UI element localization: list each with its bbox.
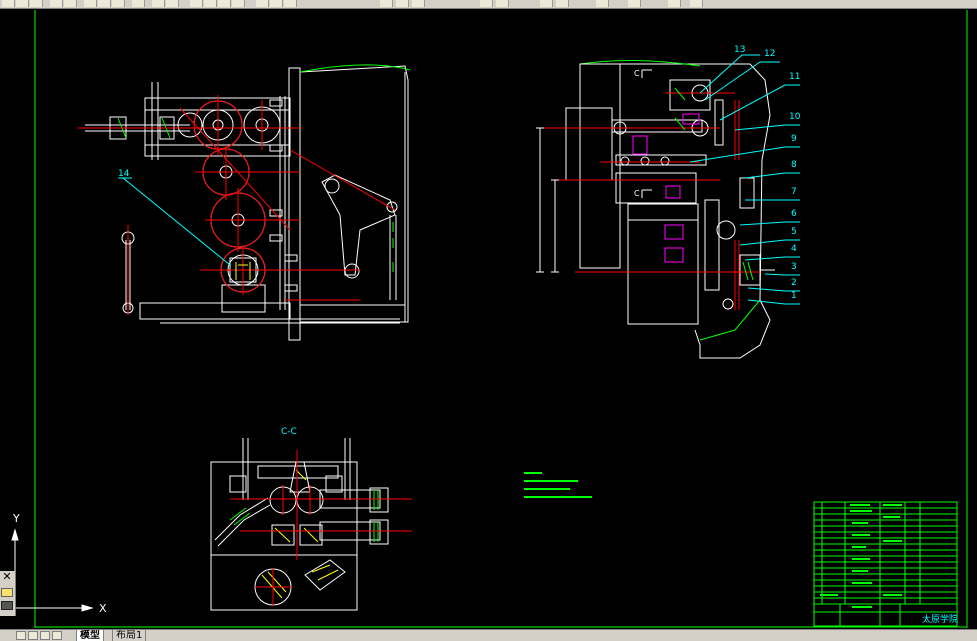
linetype-control-icon[interactable]	[690, 0, 703, 7]
technical-notes	[524, 472, 592, 498]
zoom-window-icon[interactable]	[218, 0, 231, 7]
last-tab-icon[interactable]	[52, 631, 62, 640]
section-view-centerlines	[230, 450, 412, 606]
leader-14: 14	[118, 169, 231, 266]
side-view-centerlines	[540, 92, 760, 310]
first-tab-icon[interactable]	[16, 631, 26, 640]
undo-icon[interactable]	[152, 0, 165, 7]
layer-panel-icon[interactable]	[1, 601, 13, 610]
zoom-icon[interactable]	[204, 0, 217, 7]
color-control-icon[interactable]	[668, 0, 681, 7]
layer-state-icon[interactable]	[396, 0, 409, 7]
paste-icon[interactable]	[112, 0, 125, 7]
balloon-3: 3	[791, 262, 797, 272]
balloon-6: 6	[791, 209, 797, 219]
plot-icon[interactable]	[50, 0, 63, 7]
balloon-10: 10	[789, 112, 801, 122]
palette-icon[interactable]	[1, 588, 13, 597]
markup-icon[interactable]	[556, 0, 569, 7]
front-view-hatch	[117, 117, 394, 272]
section-marker-bottom: C	[634, 189, 652, 198]
section-view-green	[229, 490, 379, 542]
balloon-14: 14	[118, 169, 130, 179]
save-icon[interactable]	[30, 0, 43, 7]
side-view-green	[674, 87, 754, 281]
help-icon[interactable]	[628, 0, 641, 7]
pan-icon[interactable]	[190, 0, 203, 7]
balloon-8: 8	[791, 160, 797, 170]
front-view	[85, 64, 411, 341]
open-file-icon[interactable]	[16, 0, 29, 7]
title-block	[813, 501, 958, 627]
balloon-9: 9	[791, 134, 797, 144]
cut-icon[interactable]	[84, 0, 97, 7]
side-view-dimensions	[536, 127, 559, 273]
distance-icon[interactable]	[480, 0, 493, 7]
copy-icon[interactable]	[98, 0, 111, 7]
section-view-title: C-C	[281, 427, 297, 437]
tab-model[interactable]: 模型	[76, 630, 104, 641]
side-view-hidden	[632, 113, 700, 263]
balloon-2: 2	[791, 278, 797, 288]
block-editor-icon[interactable]	[596, 0, 609, 7]
section-marker-top: C	[634, 69, 652, 78]
title-block-school-name: 太原学院	[922, 613, 958, 625]
section-marker-c-bottom: C	[634, 189, 640, 198]
calculator-icon[interactable]	[540, 0, 553, 7]
balloon-13: 13	[734, 45, 745, 55]
balloon-4: 4	[791, 244, 797, 254]
toolbar	[0, 0, 977, 9]
layer-icon[interactable]	[380, 0, 393, 7]
zoom-previous-icon[interactable]	[232, 0, 245, 7]
section-view	[210, 438, 405, 611]
match-properties-icon[interactable]	[132, 0, 145, 7]
next-tab-icon[interactable]	[40, 631, 50, 640]
tool-panel: ✕	[0, 571, 16, 616]
ucs-y-label: Y	[12, 512, 20, 525]
previous-tab-icon[interactable]	[28, 631, 38, 640]
design-center-icon[interactable]	[270, 0, 283, 7]
new-file-icon[interactable]	[2, 0, 15, 7]
layer-previous-icon[interactable]	[412, 0, 425, 7]
section-marker-c-top: C	[634, 69, 640, 78]
balloon-7: 7	[791, 187, 797, 197]
side-view	[565, 59, 775, 359]
properties-icon[interactable]	[256, 0, 269, 7]
redo-icon[interactable]	[166, 0, 179, 7]
area-icon[interactable]	[496, 0, 509, 7]
balloon-11: 11	[789, 72, 800, 82]
balloon-12: 12	[764, 49, 775, 59]
layout-tab-bar: 模型 布局1	[0, 629, 977, 641]
ucs-x-label: X	[99, 602, 107, 615]
balloon-5: 5	[791, 227, 797, 237]
ucs-icon	[11, 528, 94, 612]
close-icon[interactable]: ✕	[1, 571, 13, 583]
preview-icon[interactable]	[64, 0, 77, 7]
balloon-1: 1	[791, 291, 797, 301]
drawing-canvas[interactable]: 14 C C 13 12 11 10 9 8 7 6 5 4 3 2 1 C-C…	[0, 9, 977, 629]
tab-layout1[interactable]: 布局1	[112, 630, 147, 641]
tool-palette-icon[interactable]	[284, 0, 297, 7]
